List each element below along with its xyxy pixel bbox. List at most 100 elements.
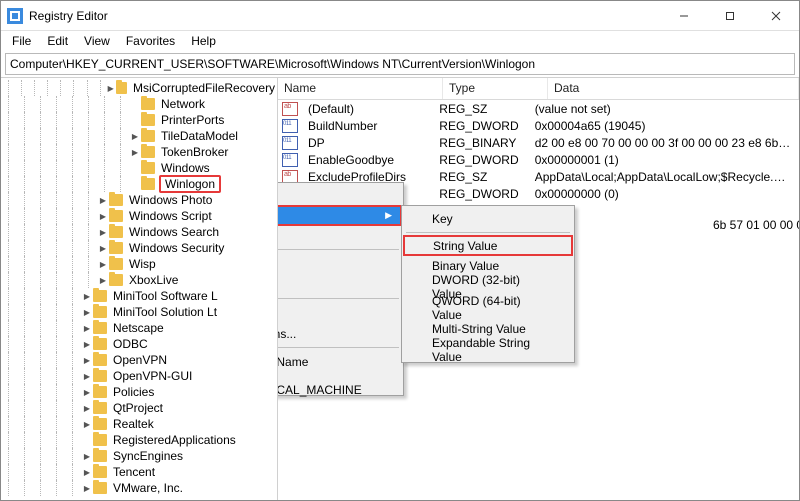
tree-item[interactable]: ▶ MsiCorruptedFileRecovery xyxy=(1,80,277,96)
tree-pane[interactable]: ▶ MsiCorruptedFileRecovery▶Network▶Printe… xyxy=(1,78,278,500)
expander-closed-icon[interactable]: ▶ xyxy=(81,452,93,461)
context-submenu-item[interactable]: String Value xyxy=(403,235,573,256)
binary-value-icon xyxy=(282,119,298,133)
menu-favorites[interactable]: Favorites xyxy=(119,32,182,50)
context-menu-item[interactable]: Find... xyxy=(278,225,401,246)
tree-item[interactable]: ▶SyncEngines xyxy=(1,448,277,464)
tree-item-label: OpenVPN-GUI xyxy=(111,369,194,383)
tree-item[interactable]: ▶ Realtek xyxy=(1,416,277,432)
tree-item[interactable]: ▶TileDataModel xyxy=(1,128,277,144)
cell-name: (Default) xyxy=(302,102,433,116)
col-header-name[interactable]: Name xyxy=(278,78,443,99)
context-menu-item[interactable]: Go to HKEY_LOCAL_MACHINE xyxy=(278,372,401,393)
tree-item[interactable]: ▶Windows Photo xyxy=(1,192,277,208)
context-menu-item[interactable]: Delete xyxy=(278,253,401,274)
expander-closed-icon[interactable]: ▶ xyxy=(106,84,116,93)
tree-item[interactable]: ▶MiniTool Software L xyxy=(1,288,277,304)
tree-item[interactable]: ▶ Policies xyxy=(1,384,277,400)
folder-icon xyxy=(93,290,107,302)
tree-item[interactable]: ▶ QtProject xyxy=(1,400,277,416)
tree-item[interactable]: ▶ODBC xyxy=(1,336,277,352)
expander-closed-icon[interactable]: ▶ xyxy=(97,212,109,221)
tree-item-label: Policies xyxy=(111,385,156,399)
context-menu-item-label: Copy Key Name xyxy=(278,355,308,369)
address-bar[interactable]: Computer\HKEY_CURRENT_USER\SOFTWARE\Micr… xyxy=(5,53,795,75)
context-submenu-item[interactable]: QWORD (64-bit) Value xyxy=(404,297,572,318)
context-menu-item[interactable]: Rename xyxy=(278,274,401,295)
tree-item-label: VMware, Inc. xyxy=(111,481,185,495)
tree-item[interactable]: ▶Netscape xyxy=(1,320,277,336)
folder-icon xyxy=(109,242,123,254)
expander-closed-icon[interactable]: ▶ xyxy=(81,420,93,429)
tree-item-label: MiniTool Solution Lt xyxy=(111,305,219,319)
tree-item[interactable]: ▶Windows Search xyxy=(1,224,277,240)
context-submenu-item[interactable]: Expandable String Value xyxy=(404,339,572,360)
minimize-button[interactable] xyxy=(661,1,707,30)
list-row[interactable]: DPREG_BINARYd2 00 e8 00 70 00 00 00 3f 0… xyxy=(278,134,799,151)
expander-closed-icon[interactable]: ▶ xyxy=(81,404,93,413)
expander-closed-icon[interactable]: ▶ xyxy=(129,148,141,157)
col-header-data[interactable]: Data xyxy=(548,78,799,99)
list-row[interactable]: EnableGoodbyeREG_DWORD0x00000001 (1) xyxy=(278,151,799,168)
cell-name: DP xyxy=(302,136,433,150)
menu-edit[interactable]: Edit xyxy=(40,32,75,50)
expander-closed-icon[interactable]: ▶ xyxy=(97,260,109,269)
expander-closed-icon[interactable]: ▶ xyxy=(81,356,93,365)
expander-closed-icon[interactable]: ▶ xyxy=(81,468,93,477)
context-menu-item[interactable]: Permissions... xyxy=(278,323,401,344)
context-menu-item[interactable]: Export xyxy=(278,302,401,323)
tree-item[interactable]: ▶Winlogon xyxy=(1,176,277,192)
expander-closed-icon[interactable]: ▶ xyxy=(97,228,109,237)
expander-closed-icon[interactable]: ▶ xyxy=(81,292,93,301)
expander-closed-icon[interactable]: ▶ xyxy=(97,276,109,285)
tree-item[interactable]: ▶Windows Script xyxy=(1,208,277,224)
menu-separator xyxy=(278,298,399,299)
folder-icon xyxy=(109,226,123,238)
expander-closed-icon[interactable]: ▶ xyxy=(81,340,93,349)
tree-item[interactable]: ▶Windows xyxy=(1,160,277,176)
list-row[interactable]: (Default)REG_SZ(value not set) xyxy=(278,100,799,117)
context-menu[interactable]: ExpandNew▶Find...DeleteRenameExportPermi… xyxy=(278,182,404,396)
expander-closed-icon[interactable]: ▶ xyxy=(81,484,93,493)
tree-item[interactable]: ▶ VMware, Inc. xyxy=(1,480,277,496)
tree-item[interactable]: ▶PrinterPorts xyxy=(1,112,277,128)
expander-closed-icon[interactable]: ▶ xyxy=(81,324,93,333)
context-submenu-item[interactable]: Key xyxy=(404,208,572,229)
binary-value-icon xyxy=(282,153,298,167)
expander-closed-icon[interactable]: ▶ xyxy=(97,196,109,205)
expander-closed-icon[interactable]: ▶ xyxy=(129,132,141,141)
col-header-type[interactable]: Type xyxy=(443,78,548,99)
maximize-button[interactable] xyxy=(707,1,753,30)
menu-help[interactable]: Help xyxy=(184,32,223,50)
tree-item[interactable]: ▶OpenVPN xyxy=(1,352,277,368)
tree-item[interactable]: ▶ OpenVPN-GUI xyxy=(1,368,277,384)
folder-icon xyxy=(109,210,123,222)
close-button[interactable] xyxy=(753,1,799,30)
tree-item-label: MsiCorruptedFileRecovery xyxy=(131,81,277,95)
tree-item[interactable]: ▶RegisteredApplications xyxy=(1,432,277,448)
expander-closed-icon[interactable]: ▶ xyxy=(81,388,93,397)
tree-item[interactable]: ▶ MiniTool Solution Lt xyxy=(1,304,277,320)
tree-item[interactable]: ▶Network xyxy=(1,96,277,112)
cell-type: REG_SZ xyxy=(433,170,528,184)
context-menu-item[interactable]: New▶ xyxy=(278,205,402,226)
tree-item[interactable]: ▶Tencent xyxy=(1,464,277,480)
tree-item[interactable]: ▶ Windows Security xyxy=(1,240,277,256)
expander-closed-icon[interactable]: ▶ xyxy=(81,308,93,317)
cell-data: (value not set) xyxy=(529,102,799,116)
tree-item[interactable]: ▶Wisp xyxy=(1,256,277,272)
tree-item-label: Windows Security xyxy=(127,241,226,255)
menu-view[interactable]: View xyxy=(77,32,117,50)
tree-item[interactable]: ▶TokenBroker xyxy=(1,144,277,160)
tree-item-label: QtProject xyxy=(111,401,165,415)
folder-icon xyxy=(93,466,107,478)
tree-item-label: Realtek xyxy=(111,417,156,431)
context-submenu-new[interactable]: KeyString ValueBinary ValueDWORD (32-bit… xyxy=(401,205,575,363)
cell-data: 0x00000000 (0) xyxy=(529,187,799,201)
tree-item[interactable]: ▶XboxLive xyxy=(1,272,277,288)
expander-closed-icon[interactable]: ▶ xyxy=(97,244,109,253)
expander-closed-icon[interactable]: ▶ xyxy=(81,372,93,381)
menu-file[interactable]: File xyxy=(5,32,38,50)
list-row[interactable]: BuildNumberREG_DWORD0x00004a65 (19045) xyxy=(278,117,799,134)
list-pane[interactable]: Name Type Data (Default)REG_SZ(value not… xyxy=(278,78,799,500)
